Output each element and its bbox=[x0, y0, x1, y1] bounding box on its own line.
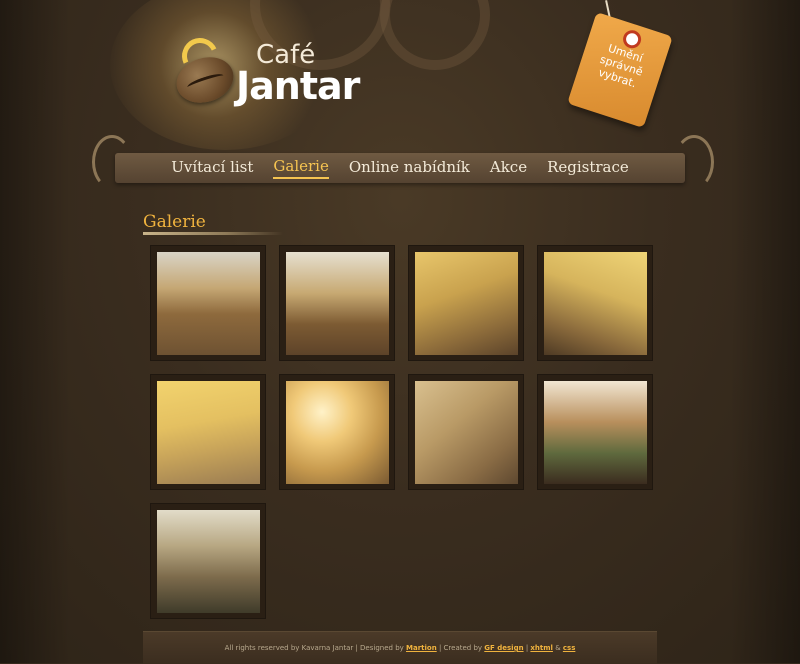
gallery-photo[interactable] bbox=[156, 380, 260, 484]
footer-ampersand: & bbox=[555, 644, 561, 652]
gallery-item[interactable] bbox=[150, 374, 266, 490]
site-logo[interactable]: Café Jantar bbox=[168, 32, 378, 118]
title-underline bbox=[143, 232, 283, 235]
gallery-photo[interactable] bbox=[414, 251, 518, 355]
footer-css-link[interactable]: css bbox=[563, 644, 575, 652]
gallery-item[interactable] bbox=[537, 245, 653, 361]
nav-item-uvitaci-list[interactable]: Uvítací list bbox=[171, 158, 253, 178]
nav-item-akce[interactable]: Akce bbox=[490, 158, 527, 178]
gallery-item[interactable] bbox=[537, 374, 653, 490]
gallery-photo[interactable] bbox=[156, 509, 260, 613]
gallery-item[interactable] bbox=[408, 374, 524, 490]
gallery-item[interactable] bbox=[279, 374, 395, 490]
gallery-photo[interactable] bbox=[285, 380, 389, 484]
main-nav: Uvítací list Galerie Online nabídník Akc… bbox=[115, 153, 685, 183]
gallery-photo[interactable] bbox=[414, 380, 518, 484]
gallery-item[interactable] bbox=[408, 245, 524, 361]
gallery-photo[interactable] bbox=[543, 380, 647, 484]
logo-name-text: Jantar bbox=[236, 64, 360, 108]
gallery-item[interactable] bbox=[150, 245, 266, 361]
photo-gallery bbox=[150, 245, 660, 619]
footer-creator-link[interactable]: GF design bbox=[484, 644, 523, 652]
nav-item-online-nabidnik[interactable]: Online nabídník bbox=[349, 158, 470, 178]
footer-rights: All rights reserved by Kavarna Jantar | … bbox=[224, 644, 404, 652]
footer-created-prefix: | Created by bbox=[438, 644, 483, 652]
tag-slogan: Umění správně vybrat. bbox=[596, 41, 645, 91]
price-tag: Umění správně vybrat. bbox=[567, 11, 673, 129]
nav-item-registrace[interactable]: Registrace bbox=[547, 158, 629, 178]
gallery-item[interactable] bbox=[150, 503, 266, 619]
footer-designer-link[interactable]: Martion bbox=[406, 644, 437, 652]
coffee-bean-icon bbox=[170, 50, 240, 110]
footer-separator: | bbox=[525, 644, 529, 652]
decor-swirl bbox=[380, 0, 490, 70]
site-footer: All rights reserved by Kavarna Jantar | … bbox=[143, 631, 657, 664]
gallery-photo[interactable] bbox=[156, 251, 260, 355]
nav-list: Uvítací list Galerie Online nabídník Akc… bbox=[115, 153, 685, 183]
gallery-item[interactable] bbox=[279, 245, 395, 361]
footer-xhtml-link[interactable]: xhtml bbox=[530, 644, 553, 652]
site-header: Café Jantar Umění správně vybrat. bbox=[0, 0, 800, 150]
gallery-photo[interactable] bbox=[543, 251, 647, 355]
gallery-photo[interactable] bbox=[285, 251, 389, 355]
page-title: Galerie bbox=[143, 212, 206, 232]
nav-item-galerie[interactable]: Galerie bbox=[273, 157, 329, 179]
